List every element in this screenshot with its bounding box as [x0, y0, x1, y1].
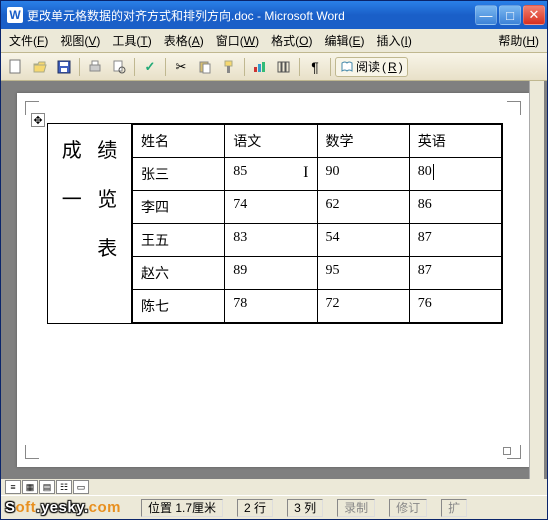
paste-button[interactable] [194, 56, 216, 78]
menu-view[interactable]: 视图(V) [56, 30, 104, 51]
cell-math[interactable]: 62 [317, 191, 409, 224]
table-row: 李四 74 62 86 [133, 191, 502, 224]
title-char: 一 [62, 183, 82, 212]
col-header-english[interactable]: 英语 [409, 125, 501, 158]
menu-file[interactable]: 文件(F) [5, 30, 52, 51]
cell-math[interactable]: 72 [317, 290, 409, 323]
cell-chinese[interactable]: 74 [225, 191, 317, 224]
toolbar-separator [79, 58, 80, 76]
table-header-row: 姓名 语文 数学 英语 [133, 125, 502, 158]
toolbar-separator [299, 58, 300, 76]
cell-english[interactable]: 86 [409, 191, 501, 224]
title-char: 绩 [97, 134, 117, 163]
cell-math[interactable]: 90 [317, 158, 409, 191]
toolbar-separator [330, 58, 331, 76]
menubar: 文件(F) 视图(V) 工具(T) 表格(A) 窗口(W) 格式(O) 编辑(E… [1, 29, 547, 53]
cell-english[interactable]: 76 [409, 290, 501, 323]
cell-english[interactable]: 80 [409, 158, 501, 191]
maximize-button[interactable]: □ [499, 5, 521, 25]
text-cursor-icon: I [303, 164, 308, 182]
cell-name[interactable]: 张三 [133, 158, 225, 191]
col-header-chinese[interactable]: 语文 [225, 125, 317, 158]
close-button[interactable]: ✕ [523, 5, 545, 25]
title-char: 成 [62, 134, 82, 163]
data-table: 姓名 语文 数学 英语 张三 85I 90 80 李四 74 62 [132, 124, 502, 323]
caret-icon [433, 164, 434, 180]
toolbar-separator [165, 58, 166, 76]
status-column: 3 列 [287, 499, 323, 517]
menu-help[interactable]: 帮助(H) [494, 30, 543, 51]
table-row: 赵六 89 95 87 [133, 257, 502, 290]
status-record: 录制 [337, 499, 375, 517]
open-button[interactable] [29, 56, 51, 78]
table-resize-handle[interactable] [503, 447, 511, 455]
table-title-cell[interactable]: 成 一 绩 览 表 [48, 124, 132, 323]
toolbar: ✓ ✂ ¶ 阅读(R) [1, 53, 547, 81]
cell-chinese[interactable]: 83 [225, 224, 317, 257]
status-position: 位置 1.7厘米 [141, 499, 223, 517]
cell-name[interactable]: 李四 [133, 191, 225, 224]
window-title: 更改单元格数据的对齐方式和排列方向.doc - Microsoft Word [27, 7, 475, 24]
col-header-math[interactable]: 数学 [317, 125, 409, 158]
cell-chinese[interactable]: 85I [225, 158, 317, 191]
spellcheck-button[interactable]: ✓ [139, 56, 161, 78]
cell-name[interactable]: 赵六 [133, 257, 225, 290]
reading-view-label: 阅读 [356, 58, 380, 75]
format-painter-button[interactable] [218, 56, 240, 78]
columns-button[interactable] [273, 56, 295, 78]
table-row: 王五 83 54 87 [133, 224, 502, 257]
cell-name[interactable]: 王五 [133, 224, 225, 257]
status-revise: 修订 [389, 499, 427, 517]
table-row: 张三 85I 90 80 [133, 158, 502, 191]
menu-table[interactable]: 表格(A) [160, 30, 208, 51]
print-layout-button[interactable]: ▤ [39, 480, 55, 494]
table-move-handle[interactable]: ✥ [31, 113, 45, 127]
app-window: W 更改单元格数据的对齐方式和排列方向.doc - Microsoft Word… [0, 0, 548, 520]
menu-window[interactable]: 窗口(W) [212, 30, 263, 51]
cell-math[interactable]: 54 [317, 224, 409, 257]
app-icon: W [7, 7, 23, 23]
cell-math[interactable]: 95 [317, 257, 409, 290]
watermark: Soft.yesky.com [5, 499, 121, 516]
status-extend: 扩 [441, 499, 467, 517]
document-area: ✥ 成 一 绩 览 表 姓名 语文 [1, 81, 547, 479]
print-preview-button[interactable] [108, 56, 130, 78]
toolbar-separator [244, 58, 245, 76]
reading-layout-button[interactable]: ▭ [73, 480, 89, 494]
web-view-button[interactable]: ▦ [22, 480, 38, 494]
cell-english[interactable]: 87 [409, 224, 501, 257]
menu-format[interactable]: 格式(O) [267, 30, 316, 51]
cut-button[interactable]: ✂ [170, 56, 192, 78]
titlebar: W 更改单元格数据的对齐方式和排列方向.doc - Microsoft Word… [1, 1, 547, 29]
title-char: 览 [97, 183, 117, 212]
cell-name[interactable]: 陈七 [133, 290, 225, 323]
content-table: 成 一 绩 览 表 姓名 语文 数学 英语 [47, 123, 503, 324]
page-margin-corner [25, 445, 39, 459]
menu-edit[interactable]: 编辑(E) [320, 30, 368, 51]
normal-view-button[interactable]: ≡ [5, 480, 21, 494]
save-button[interactable] [53, 56, 75, 78]
table-row: 陈七 78 72 76 [133, 290, 502, 323]
minimize-button[interactable]: — [475, 5, 497, 25]
title-char: 表 [97, 232, 117, 261]
view-switch-bar: ≡ ▦ ▤ ☷ ▭ [1, 479, 547, 495]
menu-insert[interactable]: 插入(I) [373, 30, 416, 51]
status-line: 2 行 [237, 499, 273, 517]
print-button[interactable] [84, 56, 106, 78]
toolbar-separator [134, 58, 135, 76]
chart-button[interactable] [249, 56, 271, 78]
book-icon [340, 60, 354, 74]
reading-view-button[interactable]: 阅读(R) [335, 57, 408, 77]
cell-english[interactable]: 87 [409, 257, 501, 290]
page-margin-corner [507, 101, 521, 115]
new-doc-button[interactable] [5, 56, 27, 78]
outline-view-button[interactable]: ☷ [56, 480, 72, 494]
cell-chinese[interactable]: 78 [225, 290, 317, 323]
page[interactable]: ✥ 成 一 绩 览 表 姓名 语文 [17, 93, 529, 467]
col-header-name[interactable]: 姓名 [133, 125, 225, 158]
show-marks-button[interactable]: ¶ [304, 56, 326, 78]
menu-tools[interactable]: 工具(T) [108, 30, 155, 51]
statusbar: Soft.yesky.com 位置 1.7厘米 2 行 3 列 录制 修订 扩 [1, 495, 547, 519]
cell-chinese[interactable]: 89 [225, 257, 317, 290]
